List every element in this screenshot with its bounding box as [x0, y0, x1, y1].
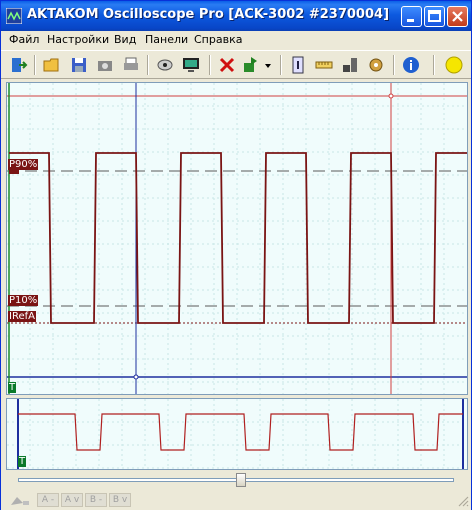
iref-marker[interactable]: IRefA [8, 311, 36, 322]
menu-settings[interactable]: Настройки [47, 33, 109, 46]
camera-icon[interactable] [95, 55, 115, 75]
about-icon[interactable] [401, 55, 421, 75]
ruler-icon[interactable] [314, 55, 334, 75]
slider-thumb[interactable] [236, 473, 246, 487]
maximize-icon [428, 10, 441, 22]
p90-marker[interactable]: P90% [8, 159, 39, 170]
close-icon [452, 11, 463, 22]
close-button[interactable] [447, 6, 468, 27]
tools-icon[interactable] [340, 55, 360, 75]
info-panel-icon[interactable] [288, 55, 308, 75]
status-button-a-minus[interactable]: A - [37, 493, 59, 507]
menu-panels[interactable]: Панели [145, 33, 188, 46]
save-icon[interactable] [69, 55, 89, 75]
resize-grip-icon[interactable] [457, 495, 469, 507]
dropdown-arrow-icon[interactable] [263, 55, 273, 75]
status-button-a-v[interactable]: A v [61, 493, 83, 507]
app-window: AKTAKOM Oscilloscope Pro [ACK-3002 #2370… [0, 0, 472, 510]
pen-icon[interactable] [9, 493, 31, 507]
settings-icon[interactable] [366, 55, 386, 75]
export-icon[interactable] [241, 55, 261, 75]
main-waveform-canvas[interactable] [7, 83, 467, 394]
status-bar: A - A v B - B v [1, 491, 471, 510]
p10-marker[interactable]: P10% [8, 295, 39, 306]
maximize-button[interactable] [424, 6, 445, 27]
minimize-icon [407, 19, 414, 22]
print-icon[interactable] [121, 55, 141, 75]
window-title: AKTAKOM Oscilloscope Pro [ACK-3002 #2370… [27, 7, 390, 22]
monitor-icon[interactable] [181, 55, 201, 75]
screenshot-icon[interactable] [155, 55, 175, 75]
toolbar [1, 50, 471, 79]
overview-canvas[interactable] [7, 399, 467, 469]
open-folder-icon[interactable] [42, 55, 62, 75]
position-slider[interactable] [6, 471, 468, 489]
menu-view[interactable]: Вид [114, 33, 136, 46]
trigger-marker[interactable]: T [8, 382, 17, 393]
delete-icon[interactable] [217, 55, 237, 75]
overview-plot[interactable]: T [6, 398, 468, 470]
title-bar[interactable]: AKTAKOM Oscilloscope Pro [ACK-3002 #2370… [1, 1, 471, 31]
app-icon [6, 8, 22, 24]
menu-file[interactable]: Файл [9, 33, 39, 46]
exit-icon[interactable] [9, 55, 29, 75]
status-button-b-v[interactable]: B v [109, 493, 131, 507]
status-button-b-minus[interactable]: B - [85, 493, 107, 507]
menu-help[interactable]: Справка [194, 33, 242, 46]
main-waveform-plot[interactable]: P90% P10% IRefA T [6, 82, 468, 395]
menu-bar: Файл Настройки Вид Панели Справка [1, 31, 471, 50]
minimize-button[interactable] [401, 6, 422, 27]
overview-trigger-marker: T [18, 456, 27, 467]
status-led-icon [445, 56, 463, 74]
